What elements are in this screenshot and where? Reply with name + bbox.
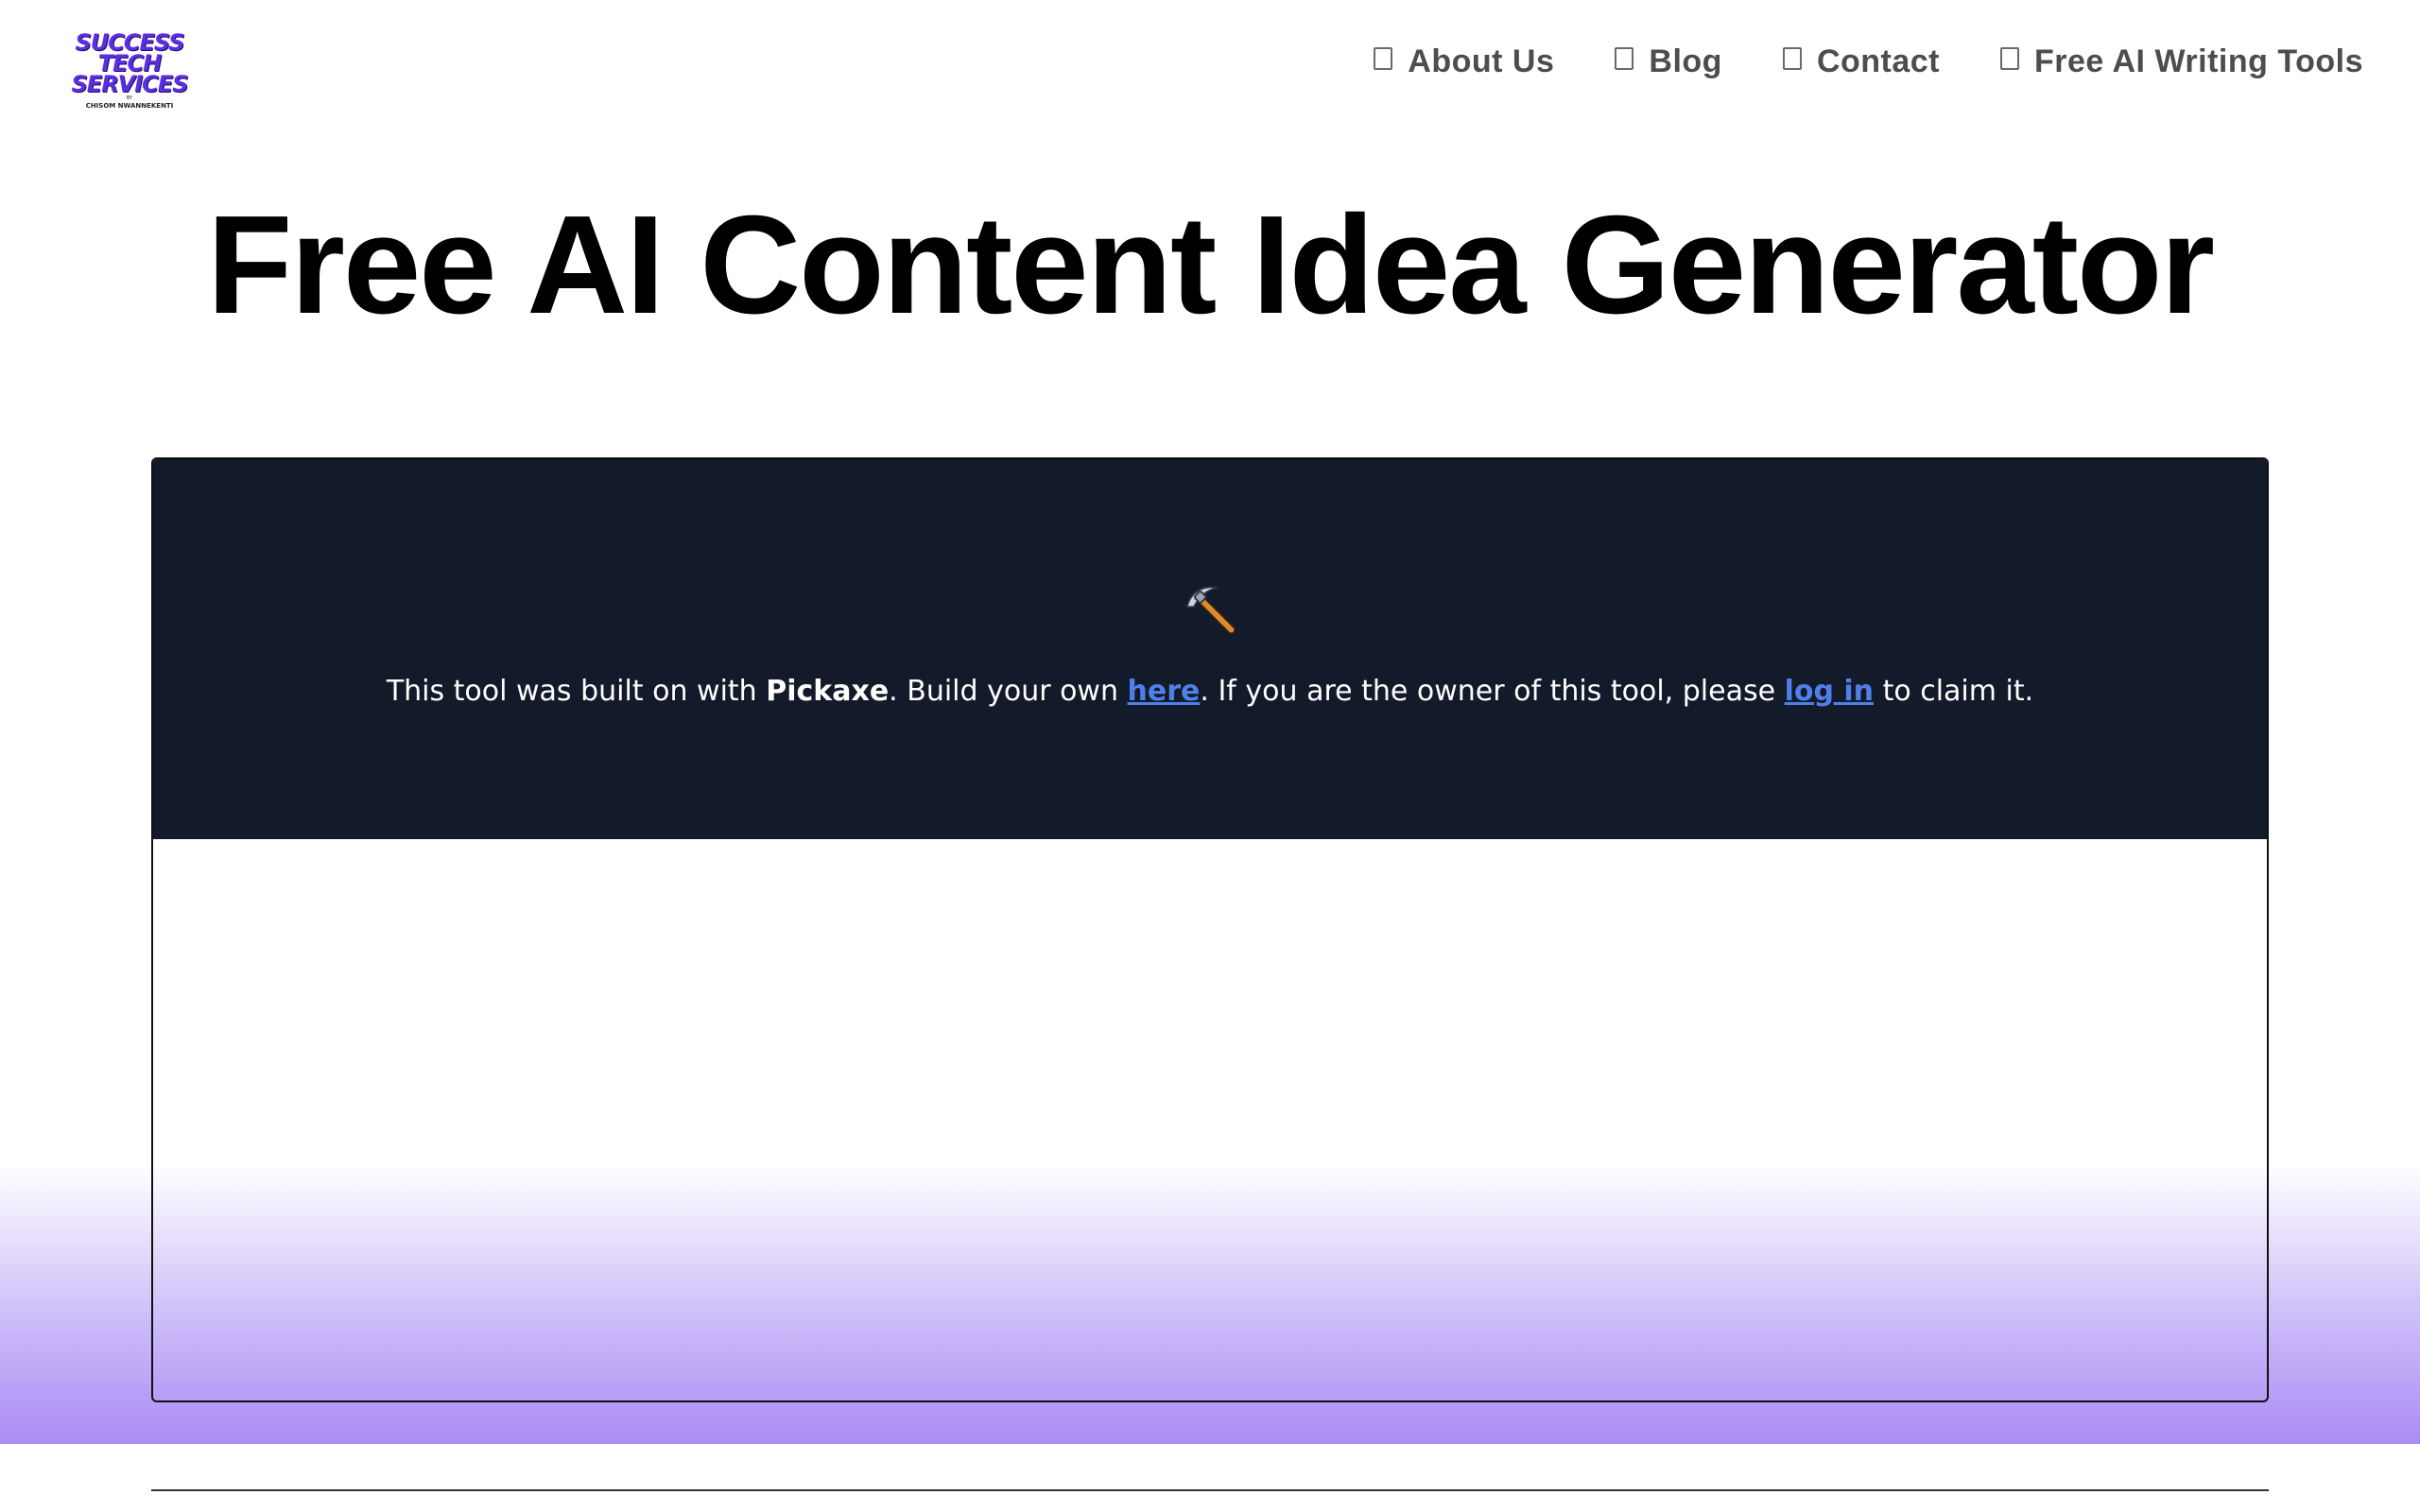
tool-content-area <box>153 839 2267 1022</box>
section-divider <box>151 1489 2269 1491</box>
nav-item-blog[interactable]: Blog <box>1615 43 1722 80</box>
nav-item-label: Blog <box>1649 43 1722 79</box>
checkbox-icon <box>1615 46 1634 70</box>
notice-text-part4: to claim it. <box>1874 675 2034 708</box>
page: SUCCESS TECH SERVICES BY CHISOM NWANNEKE… <box>0 0 2420 1512</box>
build-your-own-link[interactable]: here <box>1128 675 1201 708</box>
page-title: Free AI Content Idea Generator <box>206 187 2215 343</box>
tool-embed-frame: This tool was built on with Pickaxe. Bui… <box>151 457 2269 1402</box>
log-in-link[interactable]: log in <box>1785 675 1874 708</box>
checkbox-icon <box>1782 46 1802 70</box>
notice-text-part1: This tool was built on with <box>386 675 767 708</box>
main-nav: About Us Blog Contact Free AI Writing To… <box>1374 43 2363 80</box>
site-header: SUCCESS TECH SERVICES BY CHISOM NWANNEKE… <box>0 0 2420 142</box>
notice-text-part2: . Build your own <box>889 675 1128 708</box>
tool-notice-panel: This tool was built on with Pickaxe. Bui… <box>153 459 2267 839</box>
nav-item-label: About Us <box>1408 43 1555 79</box>
nav-item-free-ai-writing-tools[interactable]: Free AI Writing Tools <box>2000 43 2363 80</box>
checkbox-icon <box>1374 46 1393 70</box>
nav-item-contact[interactable]: Contact <box>1782 43 1940 80</box>
notice-text-part3: . If you are the owner of this tool, ple… <box>1200 675 1785 708</box>
tool-notice-text: This tool was built on with Pickaxe. Bui… <box>153 673 2267 711</box>
nav-item-label: Contact <box>1816 43 1940 79</box>
nav-item-about-us[interactable]: About Us <box>1374 43 1554 80</box>
pickaxe-icon <box>1185 586 1236 634</box>
checkbox-icon <box>2000 46 2019 70</box>
site-logo[interactable]: SUCCESS TECH SERVICES BY CHISOM NWANNEKE… <box>70 31 189 117</box>
logo-author-name: CHISOM NWANNEKENTI <box>85 102 174 110</box>
nav-item-label: Free AI Writing Tools <box>2034 43 2363 79</box>
logo-line-3: SERVICES <box>71 71 189 97</box>
notice-brand: Pickaxe <box>766 675 890 708</box>
